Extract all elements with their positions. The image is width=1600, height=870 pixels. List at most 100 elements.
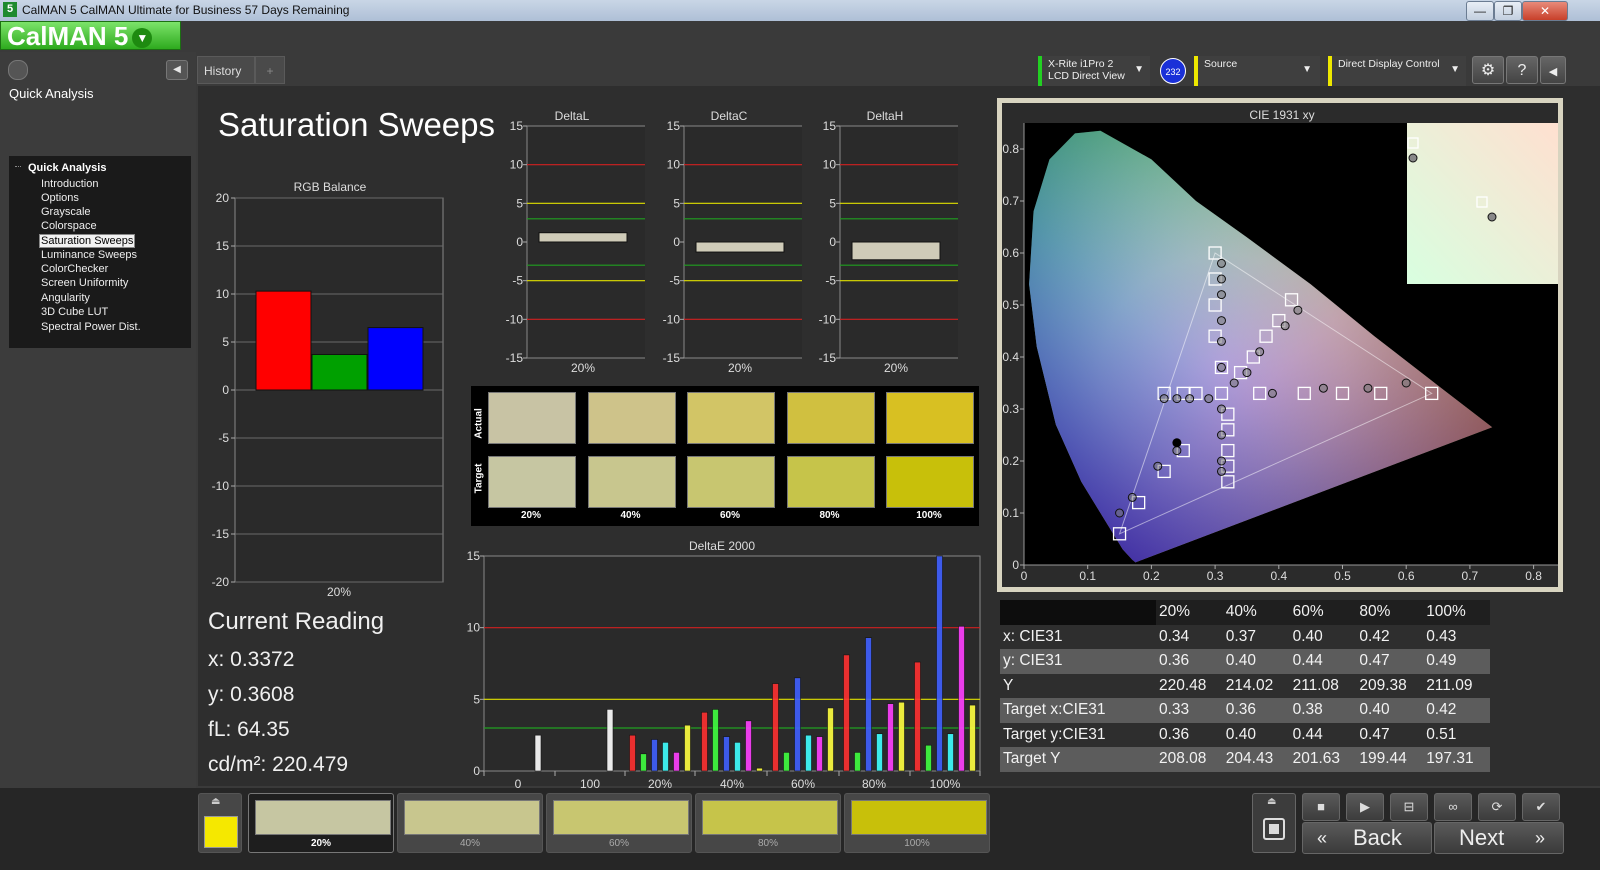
- display-selector[interactable]: Direct Display Control ▼: [1328, 56, 1466, 86]
- measured-point: [1216, 258, 1226, 268]
- app-icon: 5: [3, 2, 17, 17]
- step-button-2[interactable]: 40%: [397, 793, 543, 853]
- calman-logo-menu[interactable]: CalMAN 5 ▼: [0, 21, 181, 51]
- close-button[interactable]: ✕: [1522, 1, 1568, 21]
- step-button-1[interactable]: 20%: [248, 793, 394, 853]
- pin-icon[interactable]: [8, 60, 28, 80]
- measurement-table: 20% 40% 60% 80% 100% x: CIE31 0.34 0.37 0.40 0.42…: [1000, 600, 1490, 772]
- meter-badge[interactable]: 232: [1160, 58, 1186, 84]
- record-panel[interactable]: ⏏: [1252, 793, 1296, 853]
- add-tab-button[interactable]: +: [255, 56, 285, 84]
- check-button[interactable]: ✔: [1522, 793, 1560, 821]
- y-tick-label: 10: [823, 158, 837, 172]
- deltac-chart: DeltaC 15 10 5 0 -5 -10 -15 20%: [663, 109, 802, 375]
- nav-item-spectral-power-dist[interactable]: Spectral Power Dist.: [41, 321, 141, 333]
- target-swatch: [687, 456, 775, 508]
- nav-item-angularity[interactable]: Angularity: [41, 292, 90, 304]
- nav-item-colorspace[interactable]: Colorspace: [41, 220, 97, 232]
- step-button-4[interactable]: 80%: [695, 793, 841, 853]
- meter-selector[interactable]: X-Rite i1Pro 2 LCD Direct View ▼: [1038, 56, 1150, 86]
- reading-x: x: 0.3372: [208, 648, 295, 671]
- measure-step-button[interactable]: ⊟: [1390, 793, 1428, 821]
- delta-bar: [851, 241, 941, 261]
- nav-item-luminance-sweeps[interactable]: Luminance Sweeps: [41, 249, 137, 261]
- deltae-bar: [673, 752, 680, 772]
- stop-button[interactable]: ■: [1302, 793, 1340, 821]
- y-tick-label: -15: [663, 351, 681, 365]
- help-button[interactable]: ?: [1506, 56, 1538, 84]
- rgb-bar-0: [255, 290, 312, 391]
- table-cell: 0.47: [1356, 649, 1424, 674]
- step-swatch: [255, 800, 391, 835]
- minimize-button[interactable]: —: [1466, 1, 1494, 21]
- y-tick-label: 10: [510, 158, 524, 172]
- measured-point: [1318, 383, 1328, 393]
- x-tick-label: 20%: [571, 361, 595, 375]
- step-swatch: [553, 800, 689, 835]
- y-tick-label: -10: [819, 312, 837, 326]
- y-tick-label: 15: [467, 549, 481, 563]
- deltae-bar: [816, 736, 823, 772]
- y-tick-label: -5: [825, 274, 836, 288]
- deltae-bar: [629, 734, 636, 772]
- measured-point: [1115, 508, 1125, 518]
- swatch-label: 40%: [620, 510, 641, 521]
- source-selector[interactable]: Source ▼: [1194, 56, 1320, 86]
- nav-item-3d-cube-lut[interactable]: 3D Cube LUT: [41, 306, 108, 318]
- deltae-2000-chart: DeltaE 2000 1510500 100 20% 40% 60% 80% 100%: [467, 539, 981, 790]
- gear-icon: ⚙: [1480, 62, 1496, 79]
- row-label: Y: [1003, 676, 1014, 694]
- y-tick-label: -10: [212, 479, 230, 493]
- step-button-5[interactable]: 100%: [844, 793, 990, 853]
- stop-record-icon: [1263, 818, 1285, 840]
- refresh-button[interactable]: ⟳: [1478, 793, 1516, 821]
- y-tick-label: 0.5: [1002, 298, 1019, 312]
- deltae-bar: [843, 654, 850, 772]
- step-button-3[interactable]: 60%: [546, 793, 692, 853]
- sidebar: ◀ Quick Analysis Quick Analysis Introduc…: [0, 52, 196, 870]
- chart-title: DeltaL: [555, 109, 590, 123]
- back-label: Back: [1353, 825, 1402, 850]
- step-label: 60%: [608, 838, 629, 849]
- nav-item-saturation-sweeps[interactable]: Saturation Sweeps: [39, 234, 136, 248]
- eject-icon: ⏏: [211, 796, 221, 807]
- settings-button[interactable]: ⚙: [1472, 56, 1504, 84]
- deltae-bar: [606, 709, 614, 772]
- deltae-bar: [772, 683, 779, 772]
- tab-history-1[interactable]: History 1: [197, 56, 255, 106]
- nav-item-options[interactable]: Options: [41, 192, 79, 204]
- table-cell: 0.40: [1356, 698, 1424, 723]
- deltae-bar: [783, 752, 790, 772]
- continuous-button[interactable]: ∞: [1434, 793, 1472, 821]
- back-button[interactable]: « Back: [1302, 822, 1432, 854]
- target-swatch: [587, 456, 676, 508]
- swatch-label: 100%: [916, 510, 942, 521]
- current-color-panel[interactable]: ⏏: [198, 793, 242, 853]
- nav-item-introduction[interactable]: Introduction: [41, 178, 98, 190]
- reading-y: y: 0.3608: [208, 683, 295, 706]
- white-point: [1172, 438, 1182, 448]
- y-tick-label: 15: [667, 119, 681, 133]
- deltal-chart: DeltaL 15 10 5 0 -5 -10 -15 20%: [506, 109, 645, 375]
- nav-item-grayscale[interactable]: Grayscale: [41, 206, 91, 218]
- table-cell: 0.44: [1292, 725, 1323, 743]
- measured-point: [1159, 394, 1169, 404]
- collapse-sidebar-button[interactable]: ◀: [166, 60, 188, 80]
- next-button[interactable]: Next »: [1434, 822, 1564, 854]
- collapse-right-button[interactable]: ◀: [1540, 56, 1566, 84]
- play-button[interactable]: ▶: [1346, 793, 1384, 821]
- maximize-button[interactable]: ❐: [1494, 1, 1522, 21]
- table-header-cell: 60%: [1289, 600, 1357, 625]
- chevron-down-icon: ▼: [1302, 64, 1312, 75]
- deltae-bar: [662, 742, 669, 772]
- y-tick-label: -5: [669, 274, 680, 288]
- deltae-bar: [898, 701, 905, 772]
- table-cell: 208.08: [1156, 747, 1223, 772]
- x-tick-label: 0.1: [1079, 569, 1096, 583]
- nav-item-colorchecker[interactable]: ColorChecker: [41, 263, 108, 275]
- table-cell: 0.38: [1289, 698, 1357, 723]
- tree-group-quick-analysis[interactable]: Quick Analysis: [28, 162, 106, 174]
- measured-point: [1363, 383, 1373, 393]
- nav-item-screen-uniformity[interactable]: Screen Uniformity: [41, 277, 128, 289]
- check-icon: ✔: [1535, 799, 1547, 814]
